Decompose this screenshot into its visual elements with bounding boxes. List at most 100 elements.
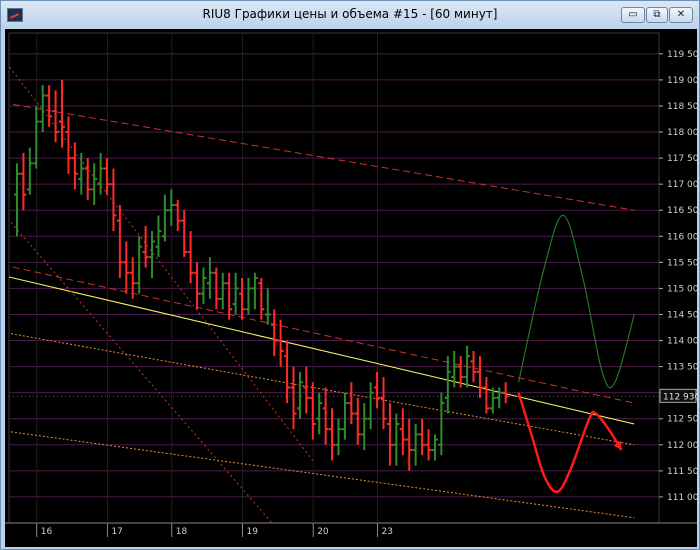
- ohlc-bar: [393, 413, 400, 466]
- ohlc-bar: [341, 392, 348, 440]
- ohlc-bar: [181, 210, 188, 258]
- ohlc-bar: [367, 382, 374, 430]
- ohlc-bar: [116, 205, 123, 278]
- plot-border: [8, 32, 660, 524]
- ohlc-bar: [52, 90, 59, 143]
- x-tick-label: 23: [382, 527, 393, 537]
- ohlc-bar: [374, 371, 381, 409]
- ohlc-bar: [399, 408, 406, 456]
- window-title: RIU8 Графики цены и объема #15 - [60 мин…: [202, 7, 498, 21]
- ohlc-bar: [251, 272, 258, 310]
- ohlc-bar: [348, 382, 355, 424]
- ohlc-bar: [361, 403, 368, 451]
- ohlc-bar: [438, 392, 445, 456]
- forecast-up-curve: [517, 214, 635, 389]
- y-tick-label: 115 000: [667, 284, 697, 294]
- ohlc-bar: [316, 392, 323, 435]
- ohlc-bar: [168, 189, 175, 226]
- ohlc-bar: [20, 152, 27, 211]
- ohlc-bar: [26, 147, 33, 195]
- forecast-down-curve: [517, 392, 623, 493]
- current-price-label: 112 930: [663, 392, 697, 402]
- y-tick-label: 116 500: [667, 206, 697, 216]
- y-tick-label: 119 500: [667, 50, 697, 60]
- y-tick-label: 117 000: [667, 180, 697, 190]
- y-tick-label: 117 500: [667, 154, 697, 164]
- y-tick-label: 111 000: [667, 493, 697, 503]
- ohlc-bar: [496, 387, 503, 409]
- ohlc-bar: [329, 408, 336, 461]
- ohlc-bar: [290, 366, 297, 430]
- plot-layer: [9, 65, 635, 523]
- ohlc-bar: [97, 152, 104, 195]
- y-tick-label: 111 500: [667, 467, 697, 477]
- y-tick-label: 114 500: [667, 310, 697, 320]
- ohlc-bar: [444, 356, 451, 414]
- ohlc-bar: [123, 241, 130, 294]
- close-button[interactable]: ✕: [669, 7, 693, 23]
- title-bar[interactable]: RIU8 Графики цены и объема #15 - [60 мин…: [1, 1, 699, 29]
- ohlc-bar: [309, 382, 316, 440]
- ohlc-bar: [239, 278, 246, 320]
- ohlc-bar: [476, 356, 483, 398]
- y-tick-label: 116 000: [667, 232, 697, 242]
- price-chart[interactable]: 119 500 119 000 118 500 118 000 117 500 117 0…: [5, 29, 697, 547]
- ohlc-bar: [219, 272, 226, 310]
- x-tick-label: 17: [111, 527, 122, 537]
- ohlc-bar: [431, 434, 438, 461]
- x-tick-label: 19: [246, 527, 258, 537]
- ohlc-bar: [194, 262, 201, 310]
- ohlc-bar: [33, 105, 40, 169]
- ohlc-bar: [136, 236, 143, 294]
- y-tick-label: 113 500: [667, 363, 697, 373]
- ohlc-bar: [296, 371, 303, 419]
- ohlc-bar: [65, 116, 72, 174]
- restore-button[interactable]: ⧉: [646, 7, 668, 23]
- ohlc-bar: [226, 272, 233, 320]
- y-tick-label: 118 500: [667, 102, 697, 112]
- ohlc-bar: [284, 340, 291, 404]
- ohlc-bar: [271, 309, 278, 357]
- ohlc-bar: [129, 257, 136, 299]
- ohlc-bar: [354, 397, 361, 445]
- ohlc-bar: [380, 377, 387, 430]
- minimize-button[interactable]: ▭: [621, 7, 645, 23]
- y-tick-label: 119 000: [667, 76, 697, 86]
- ohlc-bar: [78, 152, 85, 195]
- ohlc-bar: [104, 158, 111, 195]
- x-axis-strip: [5, 523, 697, 547]
- ohlc-bar: [59, 79, 66, 148]
- ohlc-bar: [174, 199, 181, 232]
- y-tick-label: 112 500: [667, 415, 697, 425]
- ohlc-bar: [187, 231, 194, 284]
- ohlc-bar: [386, 403, 393, 466]
- y-tick-label: 115 500: [667, 258, 697, 268]
- ohlc-bar: [264, 288, 271, 325]
- ohlc-bar: [206, 257, 213, 299]
- ohlc-bar: [39, 85, 46, 133]
- ohlc-bar: [84, 158, 91, 200]
- trend-line: [9, 431, 635, 519]
- ohlc-bar: [258, 278, 265, 320]
- ohlc-bar: [245, 278, 252, 315]
- y-tick-label: 118 000: [667, 128, 697, 138]
- ohlc-bar: [419, 418, 426, 456]
- x-tick-label: 18: [176, 527, 188, 537]
- ohlc-bar: [335, 418, 342, 456]
- ohlc-bar: [14, 163, 20, 237]
- y-tick-label: 114 000: [667, 337, 697, 347]
- x-tick-label: 20: [317, 527, 329, 537]
- ohlc-bar: [277, 319, 284, 367]
- ohlc-bar: [110, 168, 117, 232]
- ohlc-bar: [232, 272, 239, 315]
- price-chart-area[interactable]: 119 500 119 000 118 500 118 000 117 500 117 0…: [5, 29, 697, 547]
- y-tick-label: 112 000: [667, 441, 697, 451]
- ohlc-bar: [161, 194, 168, 242]
- chart-window: RIU8 Графики цены и объема #15 - [60 мин…: [0, 0, 700, 550]
- ohlc-bar: [200, 267, 207, 305]
- trend-line: [9, 103, 635, 211]
- x-tick-label: 16: [41, 527, 53, 537]
- ohlc-bar: [71, 142, 78, 190]
- ohlc-bar: [483, 377, 490, 414]
- ohlc-bar: [303, 366, 310, 414]
